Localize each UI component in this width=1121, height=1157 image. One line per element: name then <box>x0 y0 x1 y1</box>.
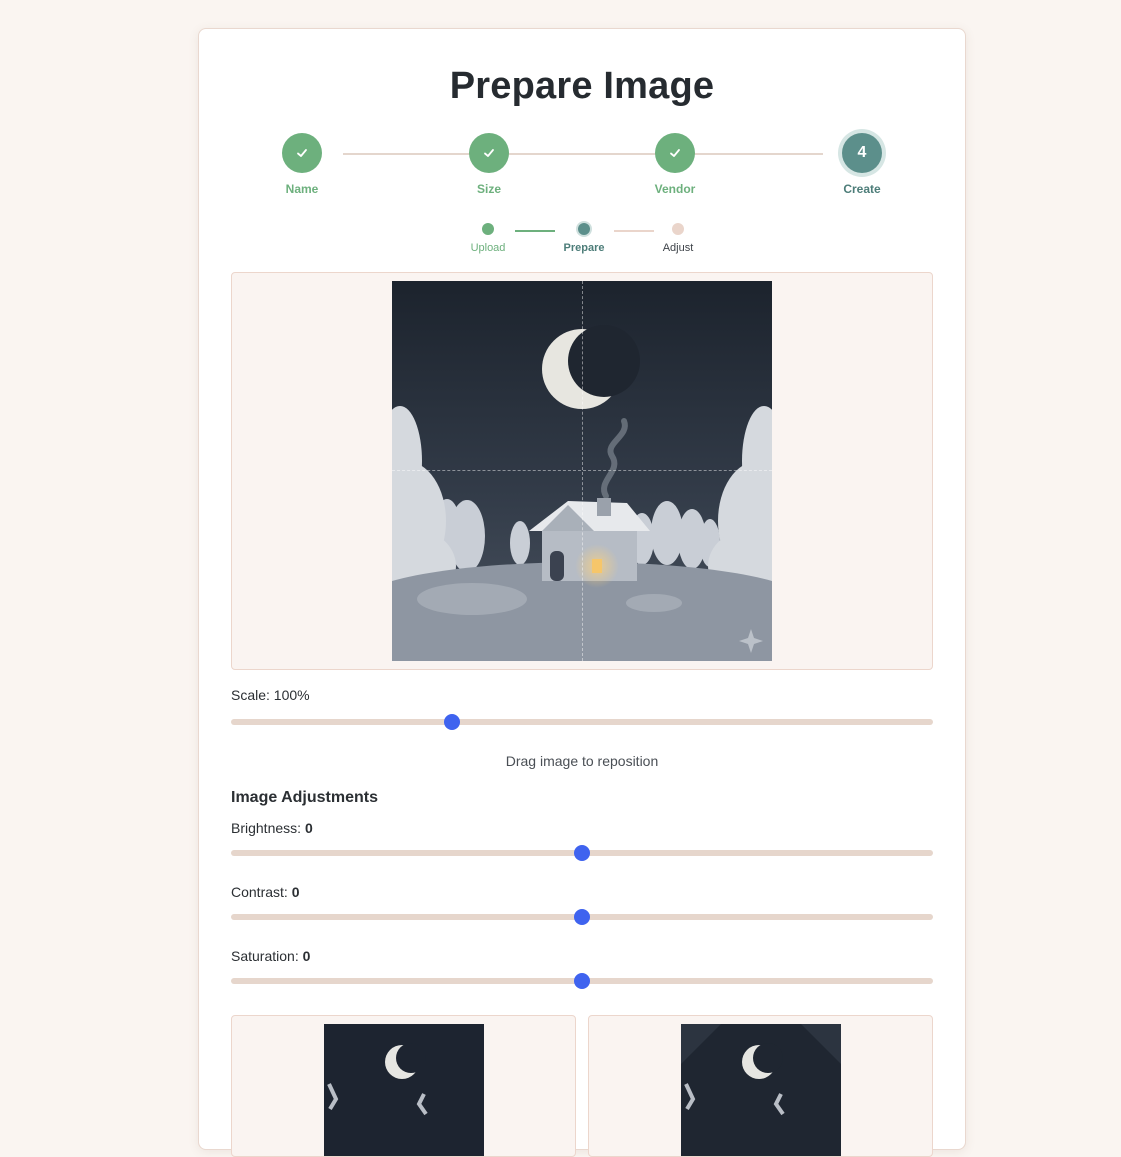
step-label: Size <box>476 182 501 196</box>
brightness-label-text: Brightness: <box>231 820 302 836</box>
slider-thumb[interactable] <box>574 973 590 989</box>
adjustments-title: Image Adjustments <box>231 789 378 806</box>
brightness-value: 0 <box>304 820 313 836</box>
step-name: Name <box>242 133 362 196</box>
contrast-value: 0 <box>291 884 300 900</box>
step-label: Vendor <box>654 182 696 196</box>
contrast-label: Contrast: 0 <box>231 884 300 900</box>
substep-dot <box>672 223 684 235</box>
preview-original[interactable] <box>231 1015 576 1157</box>
crop-guide-horizontal <box>392 470 772 471</box>
preview-image <box>324 1024 484 1156</box>
substep-dot <box>578 223 590 235</box>
step-vendor: Vendor <box>615 133 735 196</box>
preview-pixelated[interactable] <box>588 1015 933 1157</box>
contrast-slider[interactable] <box>231 909 933 925</box>
preview-image <box>681 1024 841 1156</box>
check-icon <box>282 133 322 173</box>
scale-slider[interactable] <box>231 714 933 730</box>
brightness-label: Brightness: 0 <box>231 820 313 836</box>
step-label: Name <box>285 182 319 196</box>
step-create: 4 Create <box>802 133 922 196</box>
slider-thumb[interactable] <box>574 909 590 925</box>
scale-label: Scale: 100% <box>231 687 310 703</box>
check-icon <box>655 133 695 173</box>
check-icon <box>469 133 509 173</box>
substep-upload: Upload <box>448 223 528 254</box>
stepper-line <box>343 153 823 155</box>
contrast-label-text: Contrast: <box>231 884 288 900</box>
substep-label: Adjust <box>662 242 694 254</box>
substep-label: Upload <box>470 242 506 254</box>
prepare-image-card: Prepare Image Name Size Vendor 4 Create … <box>198 28 966 1157</box>
step-number: 4 <box>842 133 882 173</box>
substep-dot <box>482 223 494 235</box>
brightness-slider[interactable] <box>231 845 933 861</box>
crop-image[interactable] <box>392 281 772 661</box>
saturation-value: 0 <box>302 948 311 964</box>
saturation-label-text: Saturation: <box>231 948 299 964</box>
step-label: Create <box>843 182 881 196</box>
slider-thumb[interactable] <box>444 714 461 730</box>
drag-hint: Drag image to reposition <box>505 753 659 769</box>
saturation-slider[interactable] <box>231 973 933 989</box>
substep-prepare: Prepare <box>544 223 624 254</box>
step-size: Size <box>429 133 549 196</box>
substep-label: Prepare <box>563 242 605 254</box>
slider-thumb[interactable] <box>574 845 590 861</box>
crop-area <box>231 272 933 670</box>
crop-guide-vertical <box>582 281 583 661</box>
page-title: Prepare Image <box>449 65 715 107</box>
substep-adjust: Adjust <box>638 223 718 254</box>
saturation-label: Saturation: 0 <box>231 948 310 964</box>
